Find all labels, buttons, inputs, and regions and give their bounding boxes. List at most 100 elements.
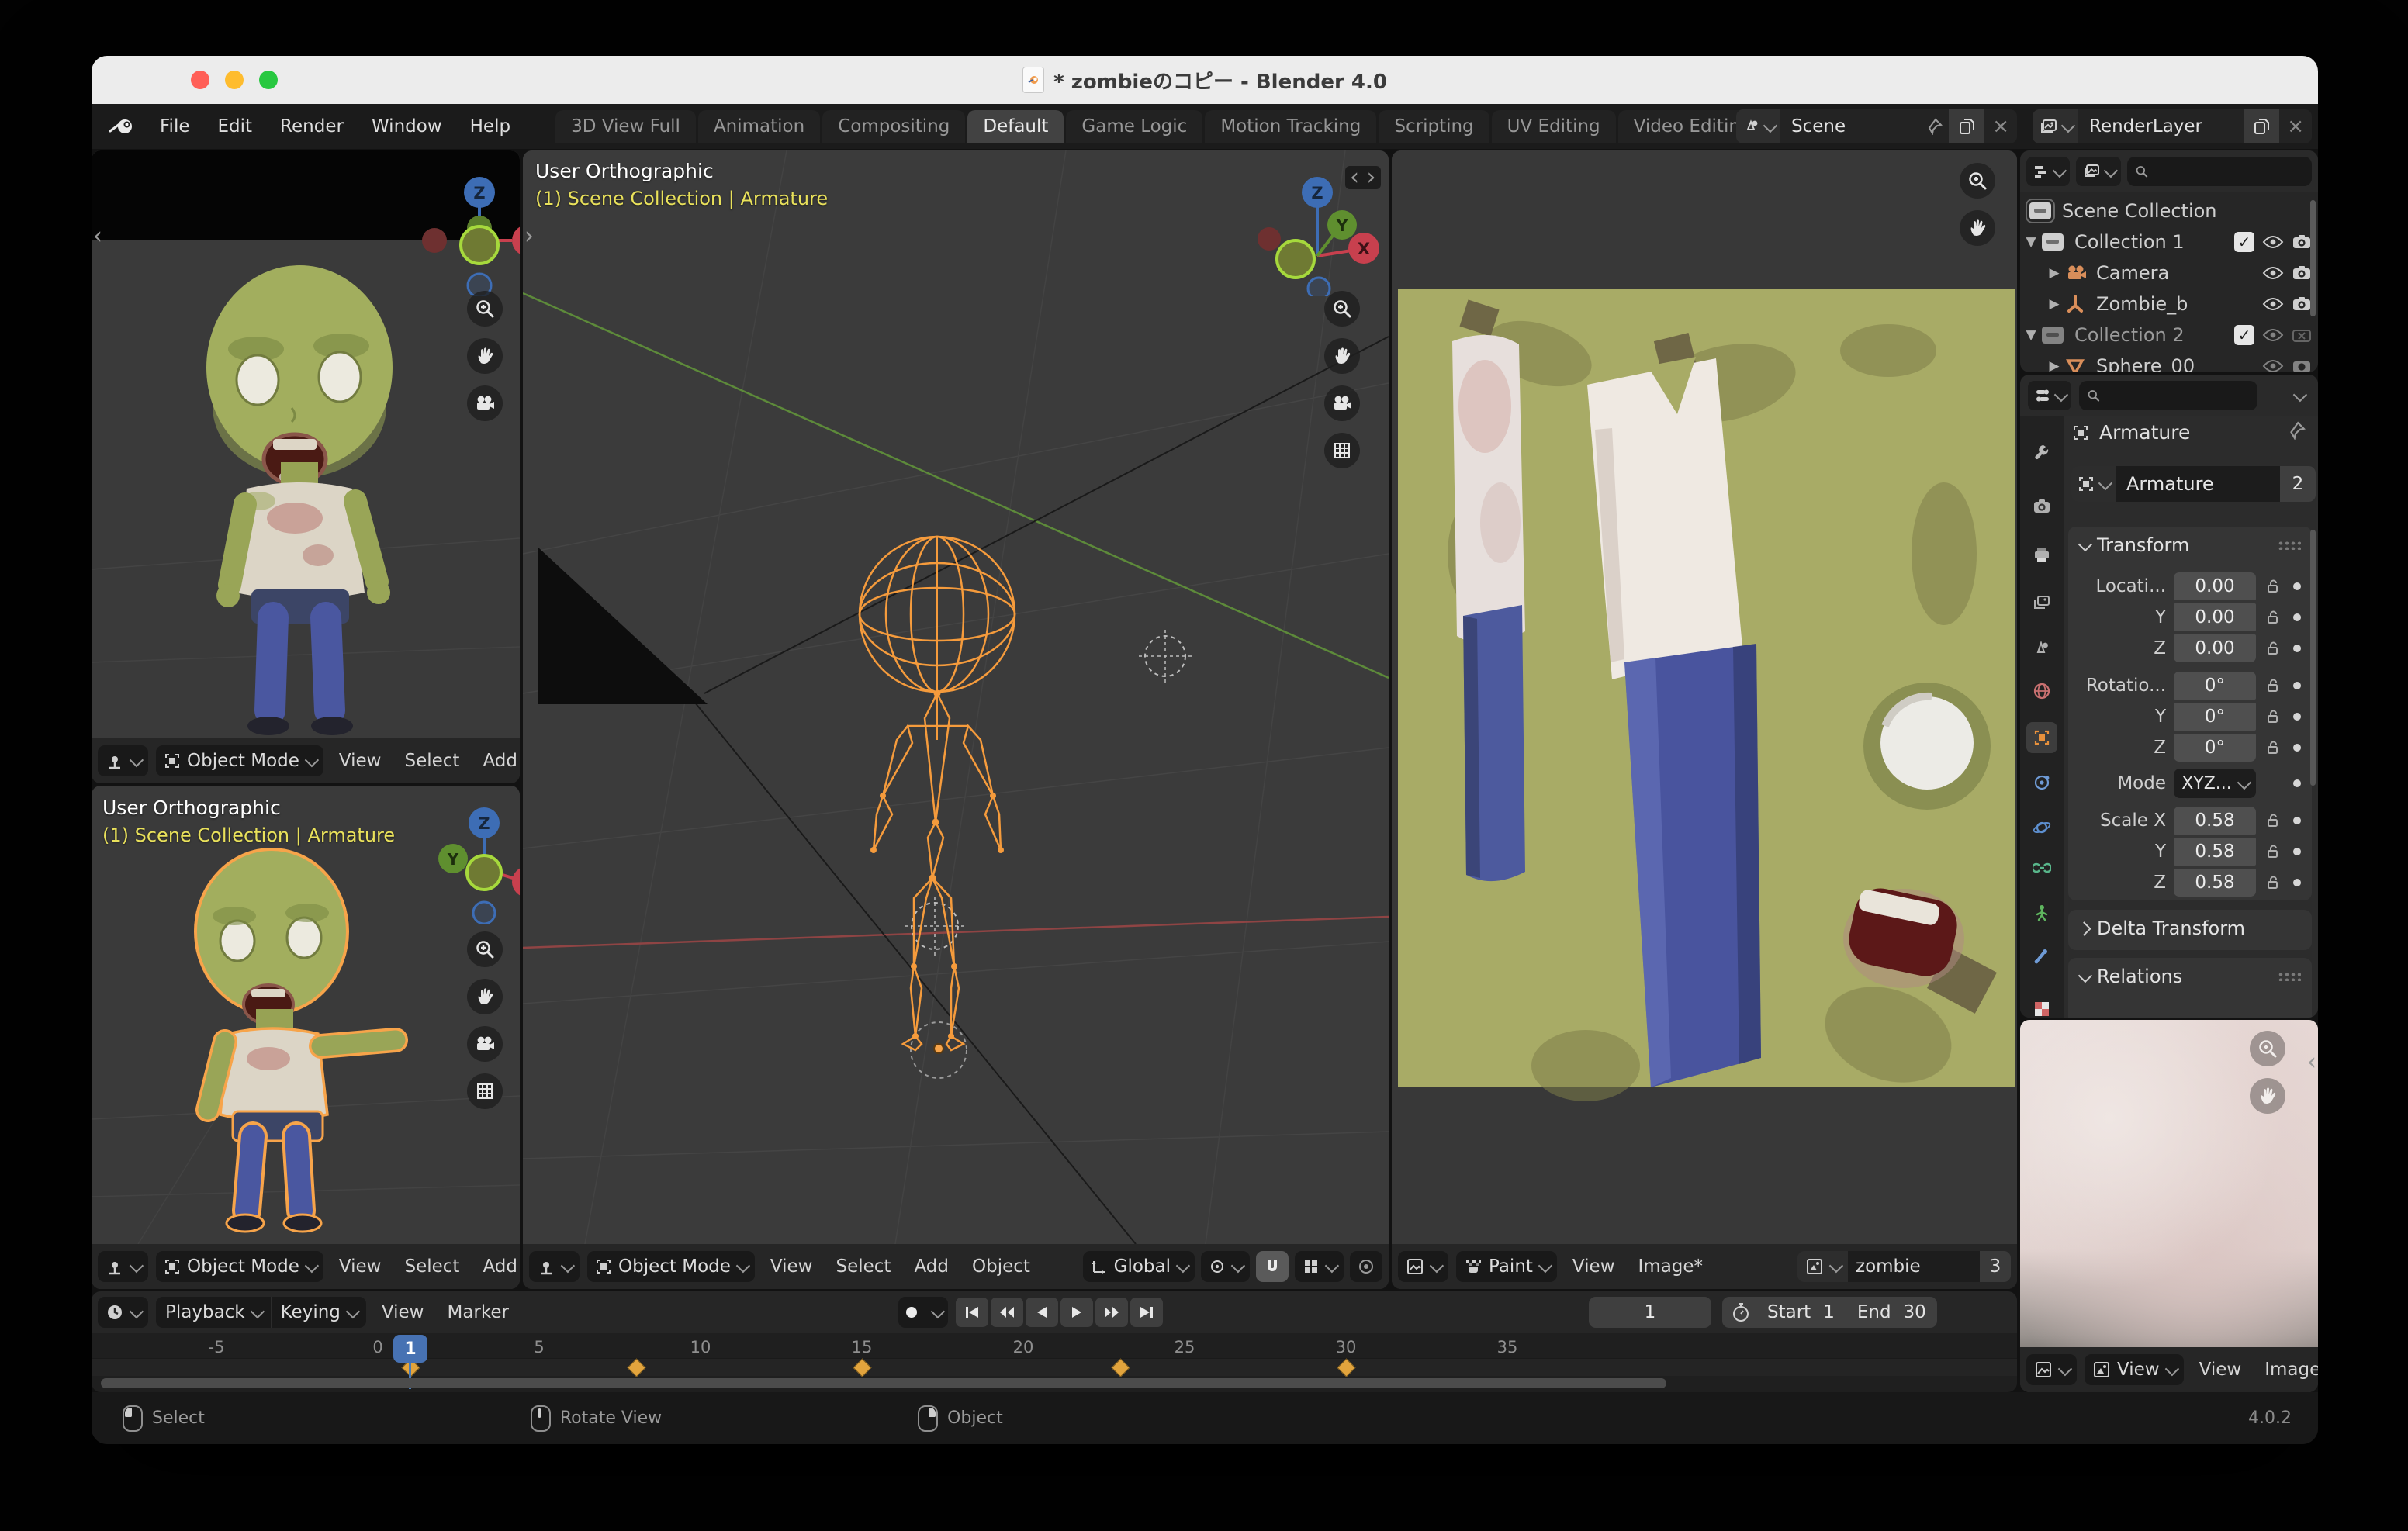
image-mode-dropdown[interactable]: Paint xyxy=(1456,1251,1557,1282)
render-visibility-icon[interactable] xyxy=(2292,358,2312,372)
disclosure-icon[interactable]: ▶ xyxy=(2043,265,2065,281)
menu-edit[interactable]: Edit xyxy=(204,116,267,137)
hide-eye-icon[interactable] xyxy=(2262,265,2284,281)
camera-view-icon[interactable] xyxy=(467,385,503,421)
scale-y-field[interactable]: 0.58 xyxy=(2174,838,2256,866)
outliner-row-collection-1[interactable]: ▼ Collection 1 ✓ xyxy=(2020,226,2312,257)
animate-dot[interactable] xyxy=(2293,879,2301,886)
keying-menu[interactable]: Keying xyxy=(272,1297,366,1328)
viewport-top-left[interactable]: ‹ Z X xyxy=(92,150,520,783)
disclosure-icon[interactable]: ▶ xyxy=(2043,358,2065,372)
next-keyframe-button[interactable] xyxy=(1095,1298,1128,1327)
animate-dot[interactable] xyxy=(2293,645,2301,652)
tab-physics-icon[interactable] xyxy=(2026,812,2057,843)
menu-add[interactable]: Add xyxy=(475,751,520,771)
hide-eye-icon[interactable] xyxy=(2262,358,2284,372)
outliner-row-zombie-armature[interactable]: ▶ Zombie_b xyxy=(2020,289,2312,320)
navigation-gizmo[interactable]: Z X xyxy=(417,164,520,296)
pin-icon[interactable] xyxy=(1919,118,1949,135)
tab-render-icon[interactable] xyxy=(2026,491,2057,522)
disclosure-icon[interactable]: ▼ xyxy=(2020,327,2042,343)
auto-key-button[interactable] xyxy=(898,1297,948,1328)
lock-icon[interactable] xyxy=(2265,740,2281,755)
editor-type-button[interactable] xyxy=(98,1251,148,1282)
timeline-marker-menu[interactable]: Marker xyxy=(439,1302,517,1322)
editor-type-button[interactable] xyxy=(2026,157,2070,186)
breadcrumb-label[interactable]: Armature xyxy=(2099,421,2190,444)
pivot-point-dropdown[interactable] xyxy=(1201,1251,1250,1282)
snap-toggle[interactable] xyxy=(1256,1251,1289,1282)
disclosure-icon[interactable]: ▼ xyxy=(2020,234,2042,250)
menu-image[interactable]: Image* xyxy=(2257,1360,2318,1380)
lock-icon[interactable] xyxy=(2265,641,2281,656)
blender-logo-icon[interactable] xyxy=(92,116,146,137)
animate-dot[interactable] xyxy=(2293,817,2301,824)
rotation-mode-dropdown[interactable]: XYZ... xyxy=(2174,769,2256,798)
viewport-bottom-left[interactable]: User Orthographic (1) Scene Collection |… xyxy=(92,786,520,1289)
scene-name[interactable]: Scene xyxy=(1780,116,1919,137)
menu-view[interactable]: View xyxy=(331,1256,389,1277)
properties-scrollbar[interactable] xyxy=(2310,530,2316,786)
mode-dropdown[interactable]: Object Mode xyxy=(587,1251,755,1282)
rotation-x-field[interactable]: 0° xyxy=(2174,672,2256,700)
playhead[interactable]: 1 xyxy=(393,1335,427,1363)
id-users-count[interactable]: 2 xyxy=(2280,466,2316,502)
tab-object-data-icon[interactable] xyxy=(2026,897,2057,928)
play-reverse-button[interactable] xyxy=(1026,1298,1058,1327)
menu-object[interactable]: Object xyxy=(964,1256,1038,1277)
editor-type-button[interactable] xyxy=(98,1297,148,1328)
new-scene-icon[interactable] xyxy=(1949,109,1984,143)
scene-icon[interactable] xyxy=(1736,109,1780,143)
timeline-scrollbar[interactable] xyxy=(101,1378,1666,1388)
outliner-search[interactable] xyxy=(2127,157,2312,186)
editor-type-button[interactable] xyxy=(2028,381,2071,410)
menu-select[interactable]: Select xyxy=(396,751,467,771)
outliner[interactable]: Scene Collection ▼ Collection 1 ✓ ▶ Came… xyxy=(2020,150,2318,372)
scale-x-field[interactable]: 0.58 xyxy=(2174,807,2256,835)
outliner-row-sphere[interactable]: ▶ Sphere_00 xyxy=(2020,351,2312,372)
properties-editor[interactable]: Armature Armature 2 Tra xyxy=(2020,375,2318,1018)
tab-scripting[interactable]: Scripting xyxy=(1379,110,1489,143)
menu-add[interactable]: Add xyxy=(906,1256,957,1277)
animate-dot[interactable] xyxy=(2293,613,2301,621)
navigation-gizmo[interactable]: Z Y X xyxy=(1255,164,1387,296)
preview-image-editor[interactable]: ‹ View View Image* xyxy=(2020,1020,2318,1392)
view-layer-icon[interactable] xyxy=(2033,109,2078,143)
lock-icon[interactable] xyxy=(2265,579,2281,594)
animate-dot[interactable] xyxy=(2293,779,2301,787)
animate-dot[interactable] xyxy=(2293,713,2301,721)
scale-z-field[interactable]: 0.58 xyxy=(2174,869,2256,897)
lock-icon[interactable] xyxy=(2265,709,2281,724)
menu-image[interactable]: Image* xyxy=(1631,1256,1711,1277)
tab-default[interactable]: Default xyxy=(967,110,1064,143)
menu-view[interactable]: View xyxy=(1565,1256,1623,1277)
render-visibility-icon[interactable] xyxy=(2292,295,2312,313)
grid-view-icon[interactable] xyxy=(467,1073,503,1109)
render-layer-name[interactable]: RenderLayer xyxy=(2078,116,2244,137)
editor-type-button[interactable] xyxy=(2026,1354,2077,1385)
play-button[interactable] xyxy=(1060,1298,1093,1327)
rotation-y-field[interactable]: 0° xyxy=(2174,703,2256,731)
sidebar-toggle-icon[interactable]: ‹ xyxy=(93,225,102,248)
editor-type-button[interactable] xyxy=(1398,1251,1448,1282)
transform-panel-header[interactable]: Transform xyxy=(2068,527,2312,564)
zoom-in-icon[interactable] xyxy=(467,931,503,967)
navigation-gizmo[interactable]: Z Y X xyxy=(417,792,520,924)
pan-hand-icon[interactable] xyxy=(1960,210,1995,246)
tab-texture-icon[interactable] xyxy=(2026,994,2057,1018)
render-visibility-icon[interactable] xyxy=(2292,233,2312,251)
transform-orientation-dropdown[interactable]: Global xyxy=(1083,1251,1195,1282)
start-frame-field[interactable]: Start1 xyxy=(1756,1302,1846,1322)
panel-grip[interactable] xyxy=(2278,972,2301,981)
editor-type-button[interactable] xyxy=(98,745,148,776)
animate-dot[interactable] xyxy=(2293,682,2301,689)
tab-tool-icon[interactable] xyxy=(2026,437,2057,468)
panel-grip[interactable] xyxy=(2278,541,2301,550)
jump-to-start-button[interactable] xyxy=(956,1298,988,1327)
tab-world-icon[interactable] xyxy=(2026,676,2057,707)
hide-eye-icon[interactable] xyxy=(2262,234,2284,250)
display-mode-dropdown[interactable] xyxy=(2076,157,2121,186)
new-layer-icon[interactable] xyxy=(2244,109,2279,143)
collection-checkbox[interactable]: ✓ xyxy=(2234,232,2254,252)
jump-to-end-button[interactable] xyxy=(1130,1298,1163,1327)
